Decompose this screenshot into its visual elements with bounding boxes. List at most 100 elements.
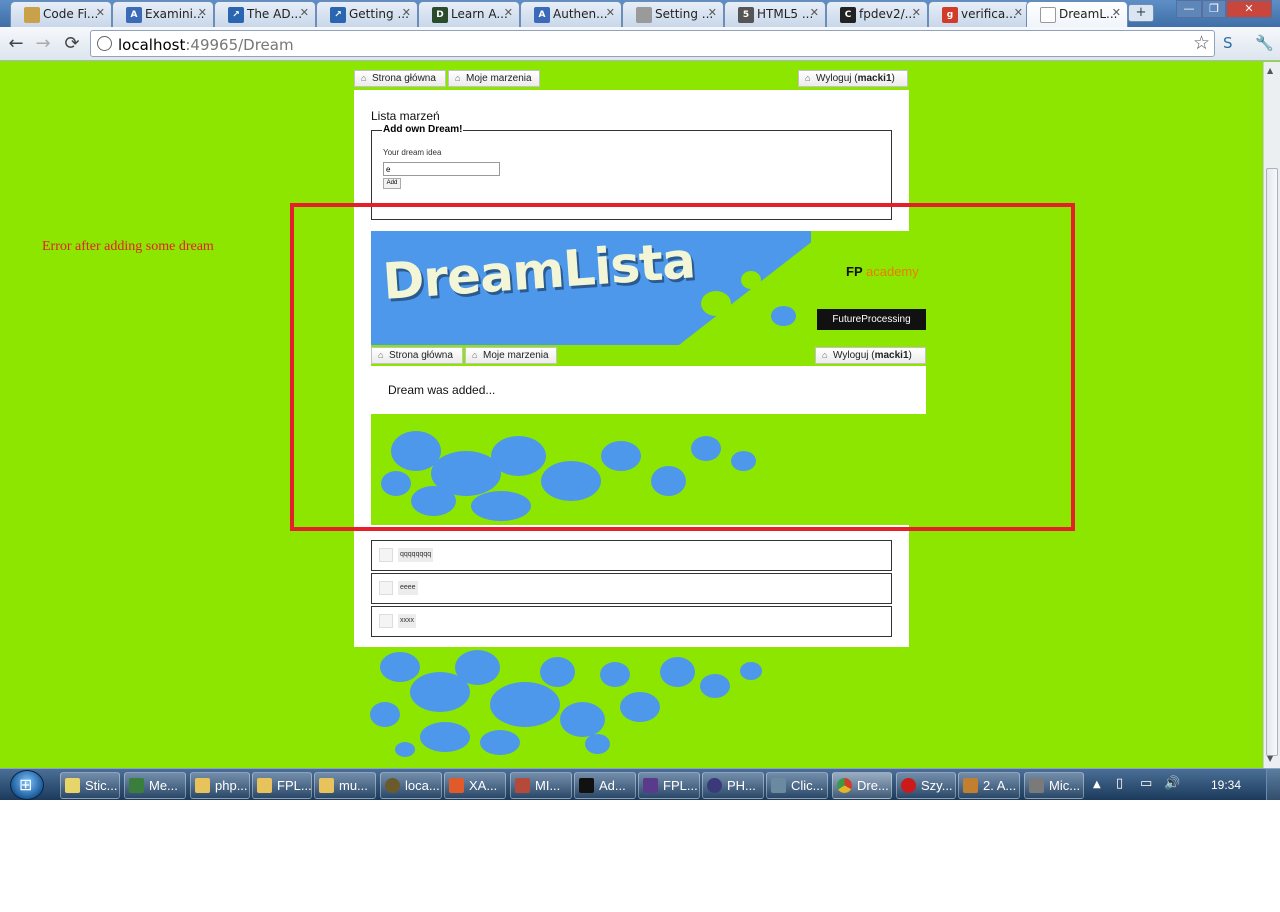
taskbar-item-chrome[interactable]: Dre...	[832, 772, 892, 799]
maximize-button[interactable]: ❐	[1202, 0, 1226, 18]
media-icon	[129, 778, 144, 793]
tab-authen[interactable]: A Authen... ✕	[520, 1, 622, 27]
taskbar-item-visual-studio[interactable]: FPL...	[638, 772, 700, 799]
taskbar-label: MI...	[535, 778, 561, 793]
taskbar-label: Clic...	[791, 778, 824, 793]
dev-icon: D	[432, 7, 448, 23]
address-bar[interactable]: localhost:49965/Dream ☆	[90, 30, 1215, 57]
forward-button[interactable]: →	[32, 33, 54, 55]
close-tab-icon[interactable]: ✕	[1112, 6, 1121, 19]
folder-icon	[195, 778, 210, 793]
close-window-button[interactable]: ✕	[1226, 0, 1272, 18]
aspnet-icon: A	[534, 7, 550, 23]
tab-fpdev2[interactable]: C fpdev2/... ✕	[826, 1, 928, 27]
taskbar-item-opera[interactable]: Szy...	[896, 772, 956, 799]
tab-learn[interactable]: D Learn A... ✕	[418, 1, 520, 27]
taskbar-label: 2. A...	[983, 778, 1017, 793]
taskbar-label: Me...	[149, 778, 178, 793]
scroll-up-icon[interactable]: ▲	[1267, 66, 1273, 75]
skype-icon[interactable]: S	[1223, 34, 1233, 52]
close-tab-icon[interactable]: ✕	[504, 6, 513, 19]
taskbar-item-sticky-notes[interactable]: Stic...	[60, 772, 120, 799]
close-tab-icon[interactable]: ✕	[606, 6, 615, 19]
tab-strip: script-icon Code Fi... ✕ A Examini... ✕ …	[0, 0, 1280, 27]
clickonce-icon	[771, 778, 786, 793]
volume-icon[interactable]: 🔊	[1164, 776, 1180, 791]
network-icon[interactable]: ▭	[1140, 776, 1152, 791]
tab-label: Getting ...	[349, 7, 409, 21]
tab-label: Authen...	[553, 7, 608, 21]
taskbar-item-clickonce[interactable]: Clic...	[766, 772, 828, 799]
taskbar-label: loca...	[405, 778, 440, 793]
google-icon: g	[942, 7, 958, 23]
scroll-down-icon[interactable]: ▼	[1267, 754, 1273, 763]
taskbar-item-folder-fpl[interactable]: FPL...	[252, 772, 312, 799]
vertical-scrollbar[interactable]: ▲ ▼	[1263, 62, 1280, 768]
nav-dreams-button[interactable]: ⌂ Moje marzenia	[448, 70, 540, 87]
iis-icon	[385, 778, 400, 793]
tab-code-files[interactable]: script-icon Code Fi... ✕	[10, 1, 112, 27]
home-icon: ⌂	[361, 73, 367, 83]
show-desktop-button[interactable]	[1266, 769, 1280, 800]
dream-checkbox[interactable]	[379, 614, 393, 628]
logout-button[interactable]: ⌂ Wyloguj (macki1)	[798, 70, 908, 87]
browser-toolbar: ← → ⟳ localhost:49965/Dream ☆ S 🔧	[0, 27, 1280, 61]
taskbar-item-console[interactable]: Ad...	[574, 772, 636, 799]
folder-icon	[319, 778, 334, 793]
back-button[interactable]: ←	[5, 33, 27, 55]
page-info-icon[interactable]	[97, 36, 112, 51]
tab-setting[interactable]: Setting ... ✕	[622, 1, 724, 27]
close-tab-icon[interactable]: ✕	[198, 6, 207, 19]
dream-text: eeee	[398, 581, 418, 595]
taskbar-item-editor[interactable]: 2. A...	[958, 772, 1020, 799]
dream-idea-input[interactable]	[383, 162, 500, 176]
add-button[interactable]: Add	[383, 178, 401, 189]
taskbar-label: Stic...	[85, 778, 118, 793]
tab-label: Examini...	[145, 7, 205, 21]
nav-home-button[interactable]: ⌂ Strona główna	[354, 70, 446, 87]
close-tab-icon[interactable]: ✕	[300, 6, 309, 19]
url-text: localhost:49965/Dream	[118, 36, 294, 54]
reload-button[interactable]: ⟳	[61, 33, 83, 55]
taskbar-item-microsoft[interactable]: Mic...	[1024, 772, 1084, 799]
tab-getting[interactable]: ↗ Getting ... ✕	[316, 1, 418, 27]
dream-checkbox[interactable]	[379, 548, 393, 562]
taskbar-item-iis[interactable]: loca...	[380, 772, 442, 799]
show-hidden-icons-icon[interactable]: ▲	[1093, 779, 1101, 790]
tab-dreamlista[interactable]: DreamL... ✕	[1026, 1, 1128, 27]
device-icon[interactable]: ▯	[1116, 776, 1123, 791]
sticky-notes-icon	[65, 778, 80, 793]
taskbar-item-mysql[interactable]: MI...	[510, 772, 572, 799]
close-tab-icon[interactable]: ✕	[708, 6, 717, 19]
url-port-path: :49965/Dream	[185, 36, 294, 54]
logout-prefix: Wyloguj (	[816, 73, 858, 84]
close-tab-icon[interactable]: ✕	[810, 6, 819, 19]
wrench-icon[interactable]: 🔧	[1255, 34, 1274, 52]
scrollbar-thumb[interactable]	[1266, 168, 1278, 756]
taskbar-item-media[interactable]: Me...	[124, 772, 186, 799]
taskbar-item-xampp[interactable]: XA...	[444, 772, 506, 799]
start-button[interactable]: ⊞	[10, 770, 44, 800]
new-tab-button[interactable]: +	[1128, 4, 1154, 22]
taskbar-item-eclipse[interactable]: PH...	[702, 772, 764, 799]
taskbar-label: Szy...	[921, 778, 953, 793]
minimize-button[interactable]: —	[1176, 0, 1202, 18]
bookmark-star-icon[interactable]: ☆	[1193, 32, 1210, 54]
close-tab-icon[interactable]: ✕	[96, 6, 105, 19]
tab-examining[interactable]: A Examini... ✕	[112, 1, 214, 27]
close-tab-icon[interactable]: ✕	[1014, 6, 1023, 19]
home-icon: ⌂	[455, 73, 461, 83]
tab-verification[interactable]: g verifica... ✕	[928, 1, 1030, 27]
tab-the-ad[interactable]: ↗ The AD... ✕	[214, 1, 316, 27]
system-clock[interactable]: 19:34	[1211, 778, 1241, 792]
taskbar-item-folder-mu[interactable]: mu...	[314, 772, 376, 799]
tab-html5[interactable]: 5 HTML5 ... ✕	[724, 1, 826, 27]
close-tab-icon[interactable]: ✕	[912, 6, 921, 19]
chrome-icon	[837, 778, 852, 793]
close-tab-icon[interactable]: ✕	[402, 6, 411, 19]
dream-checkbox[interactable]	[379, 581, 393, 595]
folder-icon	[257, 778, 272, 793]
taskbar-label: FPL...	[663, 778, 698, 793]
taskbar-label: Mic...	[1049, 778, 1081, 793]
taskbar-item-folder-php[interactable]: php...	[190, 772, 250, 799]
